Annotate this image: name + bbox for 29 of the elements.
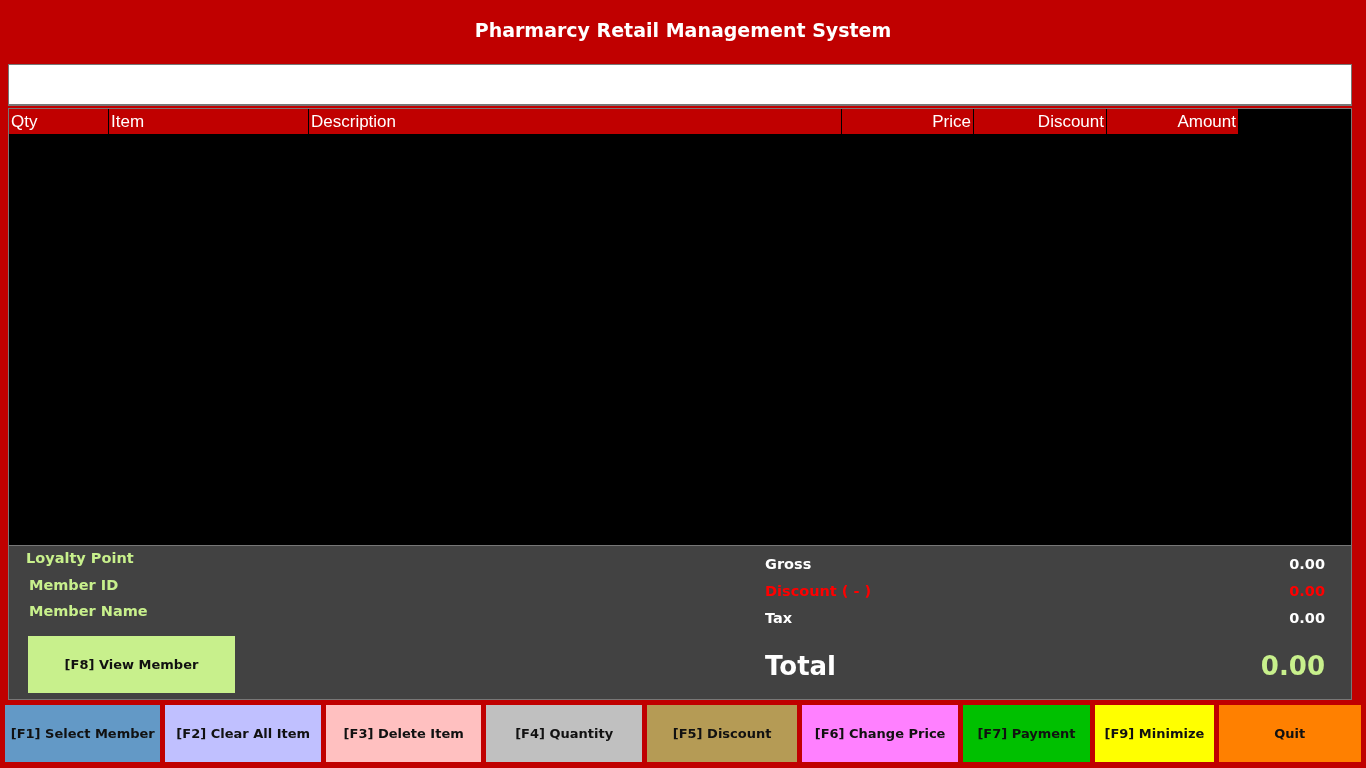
total-label: Gross <box>765 556 812 574</box>
member-label: Member Name <box>28 603 149 621</box>
member-label: Loyalty Point <box>26 550 135 568</box>
function-button[interactable]: [F3] Delete Item <box>325 705 482 762</box>
member-label: Member ID <box>28 576 120 595</box>
column-header: Qty <box>9 109 109 134</box>
total-value: 0.00 <box>1260 651 1325 681</box>
column-header: Price <box>842 109 974 134</box>
function-button[interactable]: Quit <box>1218 705 1361 762</box>
total-value: 0.00 <box>1289 556 1325 574</box>
column-header: Description <box>309 109 842 134</box>
window-title: Pharmarcy Retail Management System <box>473 18 893 43</box>
total-value: 0.00 <box>1289 610 1325 628</box>
column-header: Item <box>109 109 309 134</box>
column-header: Discount <box>974 109 1107 134</box>
function-button[interactable]: [F6] Change Price <box>802 705 958 762</box>
function-button[interactable]: [F5] Discount <box>646 705 798 762</box>
total-label: Discount ( - ) <box>765 583 872 601</box>
function-button[interactable]: [F4] Quantity <box>486 705 642 762</box>
function-button[interactable]: [F2] Clear All Item <box>165 705 321 762</box>
function-button[interactable]: [F1] Select Member <box>5 705 161 762</box>
function-button[interactable]: [F7] Payment <box>962 705 1091 762</box>
view-member-button[interactable]: [F8] View Member <box>28 635 235 693</box>
function-button[interactable]: [F9] Minimize <box>1095 705 1214 762</box>
column-header: Amount <box>1107 109 1239 134</box>
total-value: 0.00 <box>1289 583 1325 601</box>
input-field[interactable] <box>8 64 1352 106</box>
total-label: Total <box>765 651 837 681</box>
total-label: Tax <box>765 610 793 628</box>
